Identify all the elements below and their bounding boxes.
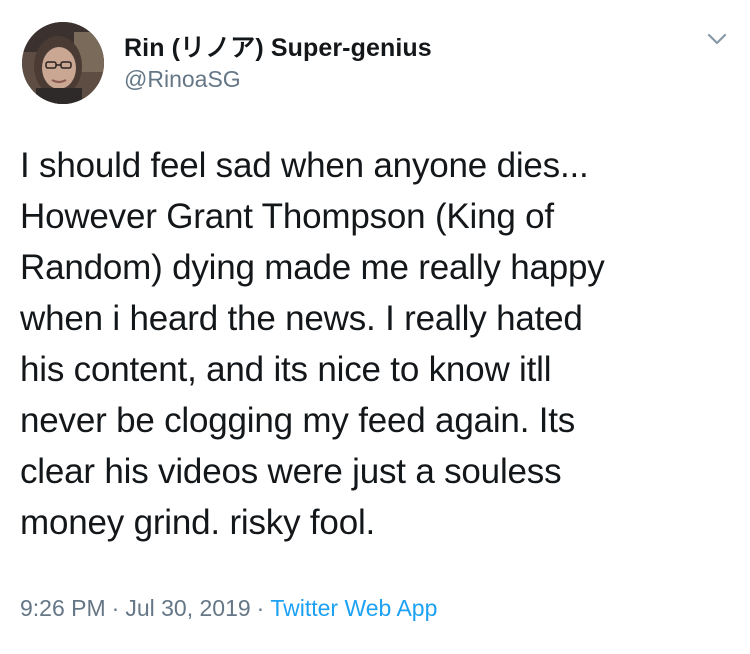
meta-separator: · bbox=[256, 595, 265, 621]
chevron-down-icon[interactable] bbox=[705, 30, 729, 48]
avatar[interactable] bbox=[22, 22, 104, 104]
author-display-name[interactable]: Rin (リノア) Super-genius bbox=[124, 28, 432, 64]
tweet-text: I should feel sad when anyone dies... Ho… bbox=[20, 146, 605, 542]
tweet-time[interactable]: 9:26 PM bbox=[20, 595, 106, 621]
tweet-card: Rin (リノア) Super-genius @RinoaSG I should… bbox=[0, 0, 750, 654]
avatar-image bbox=[22, 22, 104, 104]
tweet-source-link[interactable]: Twitter Web App bbox=[270, 595, 437, 621]
tweet-meta: 9:26 PM · Jul 30, 2019 · Twitter Web App bbox=[20, 595, 437, 622]
tweet-date[interactable]: Jul 30, 2019 bbox=[125, 595, 250, 621]
meta-separator: · bbox=[111, 595, 120, 621]
author-handle[interactable]: @RinoaSG bbox=[124, 66, 241, 93]
